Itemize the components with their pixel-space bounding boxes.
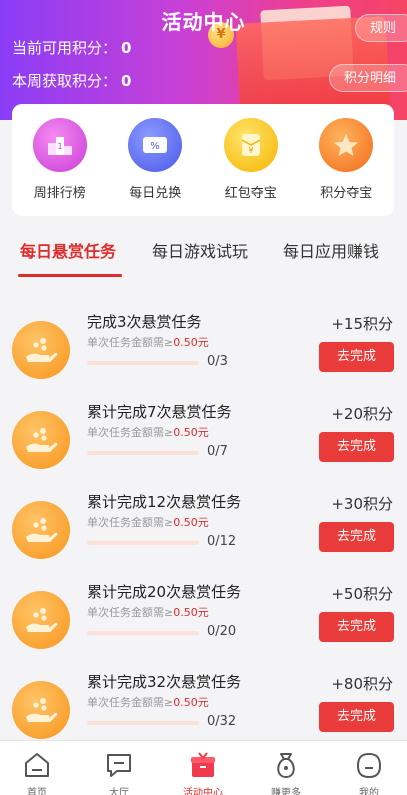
task-requirement: 单次任务金额需≥0.50元 bbox=[87, 604, 209, 620]
star-coin-icon bbox=[319, 118, 374, 172]
go-complete-button[interactable]: 去完成 bbox=[319, 522, 394, 552]
nav-label: 首页 bbox=[27, 788, 47, 795]
go-complete-button[interactable]: 去完成 bbox=[319, 432, 394, 462]
task-title: 累计完成32次悬赏任务 bbox=[87, 673, 242, 691]
bottom-nav: 首页 大厅 活动中心 赚更多 我的 bbox=[0, 740, 407, 795]
money-bag-icon bbox=[268, 747, 304, 783]
task-progress-text: 0/3 bbox=[207, 354, 228, 369]
nav-earn-more[interactable]: 赚更多 bbox=[251, 741, 321, 795]
weekly-points-label: 本周获取积分： bbox=[12, 72, 118, 90]
quick-link-daily-exchange[interactable]: % 每日兑换 bbox=[115, 118, 195, 201]
task-row: 完成3次悬赏任务 单次任务金额需≥0.50元 0/3 +15积分 去完成 bbox=[0, 311, 407, 397]
nav-profile[interactable]: 我的 bbox=[334, 741, 404, 795]
task-progress-bar bbox=[87, 721, 199, 725]
task-progress-bar bbox=[87, 451, 199, 455]
tab-daily-bounty[interactable]: 每日悬赏任务 bbox=[20, 238, 116, 262]
task-reward: +30积分 bbox=[331, 495, 393, 513]
tab-daily-game-trial[interactable]: 每日游戏试玩 bbox=[152, 238, 248, 262]
task-requirement: 单次任务金额需≥0.50元 bbox=[87, 514, 209, 530]
nav-home[interactable]: 首页 bbox=[2, 741, 72, 795]
task-row: 累计完成20次悬赏任务 单次任务金额需≥0.50元 0/20 +50积分 去完成 bbox=[0, 581, 407, 667]
nav-activity-center[interactable]: 活动中心 bbox=[168, 741, 238, 795]
task-requirement-text: 单次任务金额需≥ bbox=[87, 606, 174, 619]
go-complete-button[interactable]: 去完成 bbox=[319, 342, 394, 372]
task-min-amount: 0.50元 bbox=[173, 696, 209, 709]
chat-hall-icon bbox=[101, 747, 137, 783]
rules-button[interactable]: 规则 bbox=[354, 14, 407, 42]
task-progress-bar bbox=[87, 631, 199, 635]
quick-link-points-treasure[interactable]: 积分夺宝 bbox=[306, 118, 386, 201]
task-min-amount: 0.50元 bbox=[173, 606, 209, 619]
task-progress-text: 0/7 bbox=[207, 444, 228, 459]
task-reward: +20积分 bbox=[331, 405, 393, 423]
task-requirement: 单次任务金额需≥0.50元 bbox=[87, 694, 209, 710]
home-icon bbox=[19, 747, 55, 783]
red-envelope-icon: ¥ bbox=[223, 118, 278, 172]
task-row: 累计完成7次悬赏任务 单次任务金额需≥0.50元 0/7 +20积分 去完成 bbox=[0, 401, 407, 487]
nav-label: 活动中心 bbox=[183, 788, 223, 795]
task-requirement-text: 单次任务金额需≥ bbox=[87, 696, 174, 709]
nav-label: 大厅 bbox=[109, 788, 129, 795]
task-tabs: 每日悬赏任务 每日游戏试玩 每日应用赚钱 bbox=[0, 238, 407, 278]
task-row: 累计完成12次悬赏任务 单次任务金额需≥0.50元 0/12 +30积分 去完成 bbox=[0, 491, 407, 577]
task-title: 累计完成20次悬赏任务 bbox=[87, 583, 242, 601]
task-requirement: 单次任务金额需≥0.50元 bbox=[87, 334, 209, 350]
active-tab-indicator bbox=[18, 274, 122, 277]
task-title: 累计完成7次悬赏任务 bbox=[87, 403, 232, 421]
nav-label: 赚更多 bbox=[271, 788, 301, 795]
task-requirement-text: 单次任务金额需≥ bbox=[87, 336, 174, 349]
bounty-hand-coin-icon bbox=[12, 681, 70, 739]
task-requirement: 单次任务金额需≥0.50元 bbox=[87, 424, 209, 440]
quick-link-label: 周排行榜 bbox=[33, 186, 86, 201]
available-points: 当前可用积分： 0 bbox=[12, 37, 131, 58]
gift-box-icon bbox=[185, 747, 221, 783]
svg-text:1: 1 bbox=[57, 142, 62, 151]
profile-icon bbox=[351, 747, 387, 783]
quick-link-label: 积分夺宝 bbox=[320, 186, 373, 201]
task-progress-text: 0/12 bbox=[207, 534, 237, 549]
task-progress-text: 0/20 bbox=[207, 624, 237, 639]
weekly-points: 本周获取积分： 0 bbox=[12, 70, 131, 91]
quick-link-red-envelope[interactable]: ¥ 红包夺宝 bbox=[211, 118, 291, 201]
weekly-points-value: 0 bbox=[121, 72, 132, 90]
nav-label: 我的 bbox=[359, 788, 379, 795]
page-title: 活动中心 bbox=[161, 10, 246, 34]
task-reward: +50积分 bbox=[331, 585, 393, 603]
bounty-hand-coin-icon bbox=[12, 321, 70, 379]
bounty-hand-coin-icon bbox=[12, 591, 70, 649]
quick-link-label: 红包夺宝 bbox=[224, 186, 277, 201]
nav-hall[interactable]: 大厅 bbox=[84, 741, 154, 795]
svg-text:¥: ¥ bbox=[248, 146, 253, 155]
task-progress-bar bbox=[87, 541, 199, 545]
quick-links-card: 1 周排行榜 % 每日兑换 ¥ 红包夺宝 积分夺宝 bbox=[12, 104, 394, 216]
available-points-label: 当前可用积分： bbox=[12, 39, 118, 57]
task-min-amount: 0.50元 bbox=[173, 426, 209, 439]
go-complete-button[interactable]: 去完成 bbox=[319, 612, 394, 642]
task-requirement-text: 单次任务金额需≥ bbox=[87, 426, 174, 439]
go-complete-button[interactable]: 去完成 bbox=[319, 702, 394, 732]
tab-daily-app-earn[interactable]: 每日应用赚钱 bbox=[283, 238, 379, 262]
task-title: 完成3次悬赏任务 bbox=[87, 313, 202, 331]
quick-link-label: 每日兑换 bbox=[129, 186, 182, 201]
task-reward: +15积分 bbox=[331, 315, 393, 333]
available-points-value: 0 bbox=[121, 39, 132, 57]
bounty-hand-coin-icon bbox=[12, 501, 70, 559]
task-progress-text: 0/32 bbox=[207, 714, 237, 729]
task-min-amount: 0.50元 bbox=[173, 516, 209, 529]
coupon-icon: % bbox=[128, 118, 183, 172]
task-progress-bar bbox=[87, 361, 199, 365]
task-reward: +80积分 bbox=[331, 675, 393, 693]
task-title: 累计完成12次悬赏任务 bbox=[87, 493, 242, 511]
podium-icon: 1 bbox=[32, 118, 87, 172]
task-requirement-text: 单次任务金额需≥ bbox=[87, 516, 174, 529]
quick-link-weekly-rank[interactable]: 1 周排行榜 bbox=[20, 118, 100, 201]
points-detail-button[interactable]: 积分明细 bbox=[328, 64, 407, 92]
task-min-amount: 0.50元 bbox=[173, 336, 209, 349]
svg-text:%: % bbox=[150, 141, 160, 152]
bounty-hand-coin-icon bbox=[12, 411, 70, 469]
header-banner: ¥ 活动中心 当前可用积分： 0 本周获取积分： 0 规则 积分明细 bbox=[0, 0, 407, 120]
